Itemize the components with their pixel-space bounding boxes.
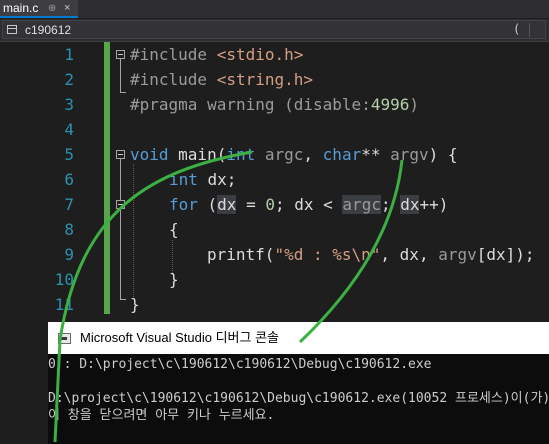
annotation-overlay [53, 150, 404, 443]
annotation-curve-argc [53, 150, 253, 443]
annotation-curve-argv [298, 159, 404, 344]
